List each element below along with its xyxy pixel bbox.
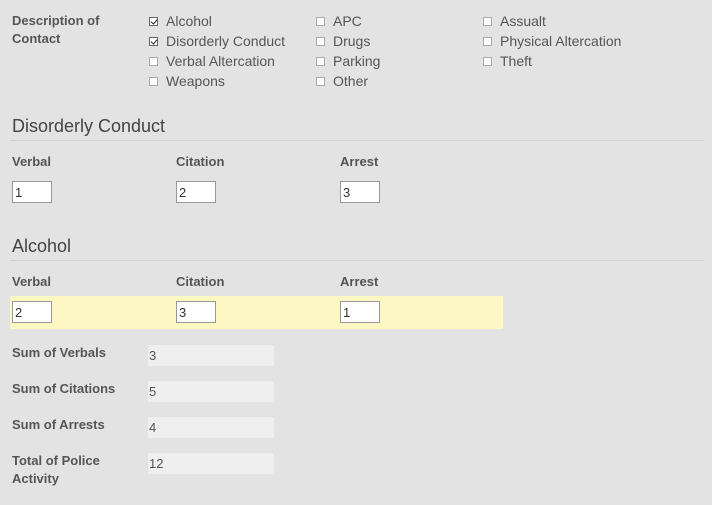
description-of-contact-label: Description of Contact [12, 13, 100, 46]
checkbox-label: APC [333, 13, 362, 29]
checkbox-apc[interactable]: APC [316, 11, 380, 31]
checkbox-label: Assualt [500, 13, 546, 29]
sum-arrests-label: Sum of Arrests [12, 417, 105, 432]
checkbox-icon[interactable] [149, 56, 158, 66]
checkbox-icon[interactable] [483, 36, 492, 46]
verbal-header: Verbal [12, 154, 52, 169]
checkbox-label: Disorderly Conduct [166, 33, 286, 49]
sum-verbals-label: Sum of Verbals [12, 345, 106, 360]
arrest-header: Arrest [340, 274, 379, 289]
checkbox-label: Drugs [333, 33, 371, 49]
checkbox-drugs[interactable]: Drugs [316, 31, 380, 51]
checkbox-label: Weapons [166, 73, 225, 89]
section-divider [10, 260, 704, 261]
checkbox-label: Parking [333, 53, 381, 69]
citation-header: Citation [176, 274, 225, 289]
sum-verbals-field: 3 [148, 345, 274, 366]
checkbox-column-2: APC Drugs Parking Other [316, 11, 380, 91]
disorderly-verbal-input[interactable] [12, 181, 52, 203]
alcohol-citation-input[interactable] [176, 301, 216, 323]
checkbox-icon[interactable] [149, 36, 158, 46]
citation-header: Citation [176, 154, 225, 169]
alcohol-verbal-input[interactable] [12, 301, 52, 323]
checkbox-alcohol[interactable]: Alcohol [149, 11, 285, 31]
checkbox-label: Other [333, 73, 369, 89]
checkbox-icon[interactable] [316, 36, 325, 46]
alcohol-input-row-highlight [10, 296, 503, 329]
disorderly-citation-input[interactable] [176, 181, 216, 203]
checkbox-theft[interactable]: Theft [483, 51, 621, 71]
arrest-header: Arrest [340, 154, 379, 169]
checkbox-icon[interactable] [149, 76, 158, 86]
disorderly-arrest-input[interactable] [340, 181, 380, 203]
checkbox-label: Verbal Altercation [166, 53, 275, 69]
checkbox-icon[interactable] [149, 16, 158, 26]
checkbox-verbal-altercation[interactable]: Verbal Altercation [149, 51, 285, 71]
total-police-activity-field: 12 [148, 453, 274, 474]
section-title-disorderly-conduct: Disorderly Conduct [12, 116, 166, 136]
sum-citations-label: Sum of Citations [12, 381, 116, 396]
checkbox-column-3: Assualt Physical Altercation Theft [483, 11, 621, 71]
alcohol-arrest-input[interactable] [340, 301, 380, 323]
checkbox-icon[interactable] [316, 56, 325, 66]
checkbox-other[interactable]: Other [316, 71, 380, 91]
checkbox-icon[interactable] [483, 56, 492, 66]
section-divider [10, 140, 704, 141]
verbal-header: Verbal [12, 274, 52, 289]
checkbox-physical-altercation[interactable]: Physical Altercation [483, 31, 621, 51]
sum-arrests-field: 4 [148, 417, 274, 438]
sum-citations-field: 5 [148, 381, 274, 402]
checkbox-icon[interactable] [483, 16, 492, 26]
checkbox-assualt[interactable]: Assualt [483, 11, 621, 31]
checkbox-icon[interactable] [316, 76, 325, 86]
checkbox-label: Alcohol [166, 13, 212, 29]
section-title-alcohol: Alcohol [12, 236, 72, 256]
checkbox-parking[interactable]: Parking [316, 51, 380, 71]
checkbox-disorderly-conduct[interactable]: Disorderly Conduct [149, 31, 285, 51]
total-police-activity-label: Total of Police Activity [12, 453, 100, 486]
checkbox-label: Physical Altercation [500, 33, 622, 49]
checkbox-column-1: Alcohol Disorderly Conduct Verbal Alterc… [149, 11, 285, 91]
checkbox-label: Theft [500, 53, 532, 69]
checkbox-icon[interactable] [316, 16, 325, 26]
checkbox-weapons[interactable]: Weapons [149, 71, 285, 91]
